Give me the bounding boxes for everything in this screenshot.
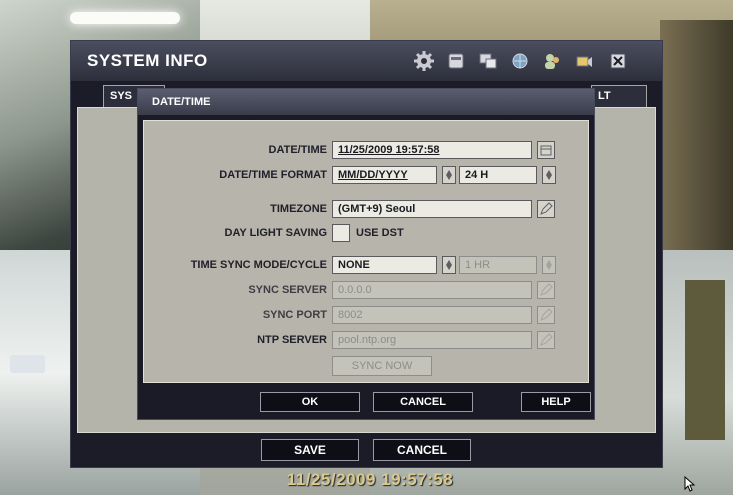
monitor-icon[interactable] (477, 51, 499, 71)
sync-mode-select[interactable]: NONE (332, 256, 437, 274)
date-format-select[interactable]: MM/DD/YYYY (332, 166, 437, 184)
background-sign (10, 355, 45, 373)
edit-icon (540, 333, 553, 346)
cancel-button[interactable]: CANCEL (373, 392, 473, 412)
format-label: DATE/TIME FORMAT (219, 169, 327, 181)
datetime-dialog: DATE/TIME DATE/TIME 11/25/2009 19:57:58 … (137, 88, 595, 420)
ntp-server-edit-button[interactable] (537, 331, 555, 349)
edit-icon (540, 283, 553, 296)
user-icon[interactable] (541, 51, 563, 71)
time-format-select[interactable]: 24 H (459, 166, 537, 184)
sync-port-field[interactable]: 8002 (332, 306, 532, 324)
sync-port-edit-button[interactable] (537, 306, 555, 324)
datetime-dialog-title-bar: DATE/TIME (138, 89, 594, 115)
background-door (685, 280, 725, 440)
edit-icon (540, 308, 553, 321)
timezone-field[interactable]: (GMT+9) Seoul (332, 200, 532, 218)
sync-cycle-spinner[interactable] (542, 256, 556, 274)
system-cancel-button[interactable]: CANCEL (373, 439, 471, 461)
sync-server-label: SYNC SERVER (248, 284, 327, 296)
system-info-title: SYSTEM INFO (87, 51, 208, 70)
close-icon[interactable] (607, 51, 629, 71)
ntp-server-field[interactable]: pool.ntp.org (332, 331, 532, 349)
sync-port-label: SYNC PORT (262, 309, 327, 321)
background-wall (660, 20, 733, 250)
dst-label: DAY LIGHT SAVING (224, 227, 327, 239)
help-button[interactable]: HELP (521, 392, 591, 412)
hdd-icon[interactable] (445, 51, 467, 71)
sync-mode-label: TIME SYNC MODE/CYCLE (190, 259, 327, 271)
ceiling-light (70, 12, 180, 24)
camera-icon[interactable] (573, 51, 595, 71)
overlay-clock: 11/25/2009 19:57:58 (286, 470, 454, 489)
sync-mode-spinner[interactable] (442, 256, 456, 274)
mouse-cursor-icon (684, 476, 696, 492)
network-icon[interactable] (509, 51, 531, 71)
calendar-icon (540, 145, 552, 156)
system-info-title-bar: SYSTEM INFO (71, 41, 662, 81)
time-format-spinner[interactable] (542, 166, 556, 184)
edit-icon (540, 202, 553, 215)
use-dst-checkbox[interactable] (332, 224, 350, 242)
sync-server-edit-button[interactable] (537, 281, 555, 299)
use-dst-label: USE DST (356, 227, 404, 239)
datetime-dialog-title: DATE/TIME (152, 96, 211, 108)
sync-server-field[interactable]: 0.0.0.0 (332, 281, 532, 299)
sync-now-button[interactable]: SYNC NOW (332, 356, 432, 376)
calendar-button[interactable] (537, 141, 555, 159)
save-button[interactable]: SAVE (261, 439, 359, 461)
sync-cycle-select[interactable]: 1 HR (459, 256, 537, 274)
date-format-spinner[interactable] (442, 166, 456, 184)
gear-icon[interactable] (413, 51, 435, 71)
datetime-field[interactable]: 11/25/2009 19:57:58 (332, 141, 532, 159)
tab-lt[interactable]: LT (591, 85, 647, 109)
datetime-dialog-body: DATE/TIME 11/25/2009 19:57:58 DATE/TIME … (143, 120, 589, 383)
ok-button[interactable]: OK (260, 392, 360, 412)
timezone-edit-button[interactable] (537, 200, 555, 218)
ntp-server-label: NTP SERVER (257, 334, 327, 346)
datetime-label: DATE/TIME (268, 144, 327, 156)
timezone-label: TIMEZONE (270, 203, 327, 215)
